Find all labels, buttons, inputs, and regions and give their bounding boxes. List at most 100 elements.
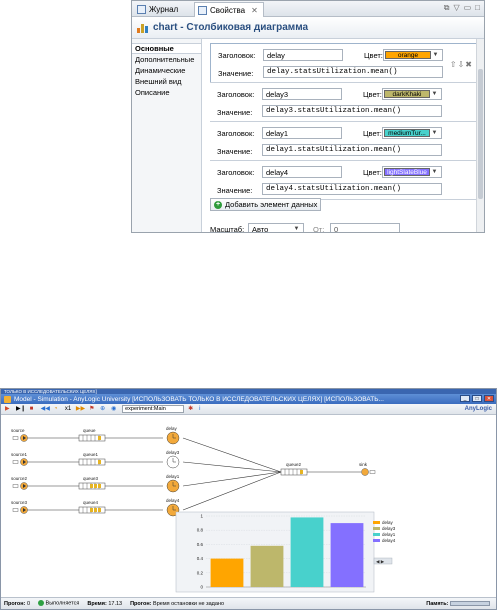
progress-label: Прогон: (130, 600, 152, 607)
faster-icon[interactable]: ▶▶ (76, 406, 85, 413)
legend-swatch (373, 539, 380, 542)
sim-toolbar: ▶ ▶❙ ■ ◀◀ ◔ x1 ▶▶ ⚑ ⊕ ◉ experiment:Main … (1, 404, 496, 415)
memory-label: Память: (426, 600, 449, 607)
scale-select[interactable]: Авто ▼ (248, 223, 304, 232)
bar-delay4 (330, 523, 364, 587)
maximize-icon[interactable]: □ (475, 3, 480, 13)
speed-icon[interactable]: ◔ (54, 406, 61, 413)
move-up-icon[interactable]: ⇧ (450, 60, 458, 69)
source-block[interactable]: source3 (11, 500, 28, 514)
queue-block[interactable]: queue4 (78, 500, 106, 514)
source-block[interactable]: source1 (11, 452, 28, 466)
source-block[interactable]: source2 (11, 476, 28, 490)
realtime-icon[interactable]: ⚑ (89, 406, 96, 413)
chart-scroll-control[interactable]: ◀ ▶ (373, 557, 393, 565)
experiment-select[interactable]: experiment:Main (122, 405, 185, 413)
chevron-down-icon: ▼ (293, 226, 300, 232)
color-swatch: darkKhaki (384, 90, 430, 98)
tab-properties-label: Свойства (210, 5, 246, 15)
legend-label: delay4 (382, 538, 396, 543)
tab-properties[interactable]: Свойства ✕ (194, 2, 264, 17)
nav-item-advanced[interactable]: Дополнительные (132, 54, 201, 65)
queue-block[interactable]: queue3 (78, 476, 106, 490)
color-label: Цвет: (363, 90, 382, 99)
bar-chart-icon (137, 23, 148, 33)
run-value: 0 (26, 600, 30, 607)
delay-label: delay4 (166, 498, 180, 503)
legend-label: delay3 (382, 526, 396, 531)
scrollbar-thumb[interactable] (478, 69, 483, 199)
queue-block[interactable]: queue1 (78, 452, 106, 466)
legend-swatch (373, 533, 380, 536)
zoom-icon[interactable]: ◉ (111, 406, 118, 413)
title-field[interactable]: delay3 (262, 88, 342, 100)
sink-block[interactable]: sink (359, 462, 376, 476)
anylogic-logo[interactable]: AnyLogic (465, 406, 492, 412)
queue-label: queue (83, 428, 96, 433)
status-bar: Прогон: 0 Выполняется Время: 17.13 Прого… (1, 597, 496, 609)
properties-title-bar: chart - Столбиковая диаграмма (132, 17, 484, 39)
run-icon[interactable]: ▶ (5, 406, 12, 413)
y-tick-label: 0.4 (197, 556, 204, 561)
tab-journal-label: Журнал (149, 5, 179, 14)
nav-item-appearance[interactable]: Внешний вид (132, 76, 201, 87)
slower-icon[interactable]: ◀◀ (41, 406, 50, 413)
delay-block[interactable]: delay (166, 426, 180, 445)
chevron-down-icon: ▼ (431, 169, 438, 175)
legend-swatch (373, 527, 380, 530)
delay-block[interactable]: delay3 (166, 450, 180, 469)
color-select[interactable]: mediumTur... ▼ (382, 127, 442, 139)
new-window-icon[interactable]: ⧉ (444, 3, 450, 13)
color-select[interactable]: lightSlateBlue ▼ (382, 166, 442, 178)
color-select[interactable]: darkKhaki ▼ (382, 88, 442, 100)
value-field[interactable]: delay3.statsUtilization.mean() (262, 105, 442, 117)
title-field[interactable]: delay1 (262, 127, 342, 139)
minimize-icon[interactable]: ▭ (464, 3, 472, 13)
step-icon[interactable]: ▶❙ (16, 406, 26, 413)
journal-icon (137, 5, 146, 14)
bug-icon[interactable]: ✱ (188, 406, 195, 413)
navigate-icon[interactable]: ⊕ (100, 406, 107, 413)
maximize-icon[interactable]: □ (472, 395, 482, 402)
properties-scrollbar[interactable] (476, 39, 484, 232)
add-data-item-button[interactable]: + Добавить элемент данных (210, 198, 322, 211)
color-swatch: lightSlateBlue (384, 168, 430, 176)
queue2-block[interactable]: queue2 (280, 462, 308, 476)
view-menu-icon[interactable]: ▽ (453, 3, 459, 13)
queue-label: queue1 (83, 452, 99, 457)
scale-row: Масштаб: Авто ▼ От: 0 (210, 223, 478, 232)
properties-title: chart - Столбиковая диаграмма (153, 22, 309, 33)
queue-block[interactable]: queue (78, 428, 106, 442)
close-icon[interactable]: ✕ (251, 6, 258, 15)
data-item: Заголовок: delay1 Цвет: mediumTur... ▼ З… (210, 121, 478, 161)
bar-delay3 (250, 545, 284, 587)
nav-item-description[interactable]: Описание (132, 87, 201, 98)
color-label: Цвет: (363, 168, 382, 177)
model-canvas[interactable]: source queue delay source1 queue1 delay3 sourc… (1, 415, 497, 599)
close-icon[interactable]: ✕ (484, 395, 494, 402)
nav-item-basic[interactable]: Основные (132, 43, 201, 54)
remove-icon[interactable]: ✖ (465, 60, 473, 69)
simulation-window: ТОЛЬКО В ИССЛЕДОВАТЕЛЬСКИХ ЦЕЛЯХ] Model … (0, 388, 497, 610)
scale-from-field[interactable]: 0 (330, 223, 400, 232)
title-field[interactable]: delay4 (262, 166, 342, 178)
info-icon[interactable]: i (199, 406, 206, 413)
delay-block[interactable]: delay1 (166, 474, 180, 493)
chevron-down-icon: ▼ (431, 91, 438, 97)
nav-item-dynamic[interactable]: Динамические (132, 65, 201, 76)
color-select[interactable]: orange ▼ (383, 49, 443, 61)
properties-body: Заголовок: delay Цвет: orange ▼ Значение… (202, 39, 478, 232)
delay-label: delay (166, 426, 178, 431)
value-field[interactable]: delay.statsUtilization.mean() (263, 66, 443, 78)
stop-icon[interactable]: ■ (30, 406, 37, 413)
value-field[interactable]: delay1.statsUtilization.mean() (262, 144, 442, 156)
bar-delay1 (290, 517, 324, 587)
chevron-down-icon: ▼ (431, 130, 438, 136)
source-block[interactable]: source (11, 428, 28, 442)
color-label: Цвет: (363, 129, 382, 138)
anylogic-app-icon (4, 395, 11, 403)
tab-journal[interactable]: Журнал (134, 2, 183, 17)
title-field[interactable]: delay (263, 49, 343, 61)
value-field[interactable]: delay4.statsUtilization.mean() (262, 183, 442, 195)
minimize-icon[interactable]: _ (460, 395, 470, 402)
